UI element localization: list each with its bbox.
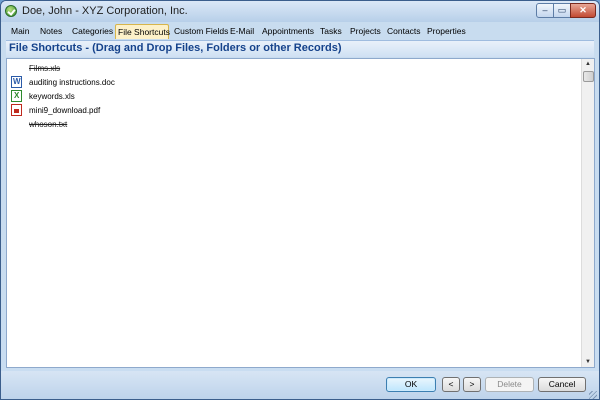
title-bar[interactable]: Doe, John - XYZ Corporation, Inc. – ▭ ✕	[1, 1, 599, 22]
tab-main[interactable]: Main	[9, 24, 31, 39]
tab-properties[interactable]: Properties	[425, 24, 468, 39]
window-title: Doe, John - XYZ Corporation, Inc.	[22, 5, 188, 17]
tab-contacts[interactable]: Contacts	[385, 24, 423, 39]
close-button[interactable]: ✕	[570, 3, 596, 18]
tab-projects[interactable]: Projects	[348, 24, 383, 39]
next-record-button[interactable]: >	[463, 377, 481, 392]
tab-categories[interactable]: Categories	[70, 24, 115, 39]
file-name: mini9_download.pdf	[29, 106, 101, 115]
file-shortcuts-list[interactable]: Films.xls auditing instructions.doc keyw…	[6, 58, 595, 368]
delete-button[interactable]: Delete	[485, 377, 534, 392]
maximize-button[interactable]: ▭	[553, 3, 571, 18]
tab-tasks[interactable]: Tasks	[318, 24, 344, 39]
panel-title: File Shortcuts - (Drag and Drop Files, F…	[9, 42, 342, 54]
minimize-button[interactable]: –	[536, 3, 554, 18]
vertical-scrollbar[interactable]: ▲ ▼	[581, 59, 594, 367]
file-name: keywords.xls	[29, 92, 75, 101]
file-name: Films.xls	[29, 64, 61, 73]
word-doc-icon	[11, 76, 22, 88]
app-checkmark-icon	[5, 5, 17, 17]
ok-button[interactable]: OK	[386, 377, 436, 392]
contact-window: Doe, John - XYZ Corporation, Inc. – ▭ ✕ …	[0, 0, 600, 400]
file-name: whoson.txt	[29, 120, 68, 129]
tab-file-shortcuts[interactable]: File Shortcuts	[115, 24, 170, 39]
excel-xls-icon	[11, 90, 22, 102]
file-name: auditing instructions.doc	[29, 78, 115, 87]
pdf-icon	[11, 104, 22, 116]
tab-custom-fields[interactable]: Custom Fields	[172, 24, 230, 39]
scroll-up-icon[interactable]: ▲	[582, 59, 594, 69]
tab-email[interactable]: E-Mail	[228, 24, 256, 39]
tab-appointments[interactable]: Appointments	[260, 24, 316, 39]
scroll-thumb[interactable]	[583, 71, 594, 82]
tab-notes[interactable]: Notes	[38, 24, 64, 39]
previous-record-button[interactable]: <	[442, 377, 460, 392]
cancel-button[interactable]: Cancel	[538, 377, 586, 392]
panel-header: File Shortcuts - (Drag and Drop Files, F…	[6, 40, 594, 57]
button-bar: OK < > Delete Cancel	[1, 371, 599, 399]
resize-grip-icon[interactable]	[589, 391, 597, 399]
scroll-down-icon[interactable]: ▼	[582, 357, 594, 367]
